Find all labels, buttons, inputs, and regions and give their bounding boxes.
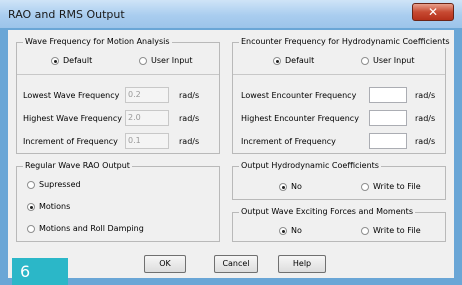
encounter-frequency-group: Encounter Frequency for Hydrodynamic Coe… (232, 36, 452, 154)
force-write-file-label[interactable]: Write to File (373, 225, 421, 237)
wave-user-input-label[interactable]: User Input (151, 55, 193, 67)
highest-encounter-frequency-field[interactable] (369, 110, 407, 126)
highest-wave-frequency-label: Highest Wave Frequency (23, 114, 122, 123)
encounter-user-input-radio[interactable] (361, 57, 369, 65)
wave-user-input-radio[interactable] (139, 57, 147, 65)
supressed-label[interactable]: Supressed (39, 179, 81, 191)
wave-default-radio[interactable] (51, 57, 59, 65)
force-write-file-radio[interactable] (361, 227, 369, 235)
wave-frequency-group: Wave Frequency for Motion Analysis Defau… (16, 36, 220, 154)
lowest-wave-frequency-unit: rad/s (179, 91, 200, 100)
hydro-output-legend: Output Hydrodynamic Coefficients (239, 160, 381, 172)
highest-encounter-frequency-label: Highest Encounter Frequency (241, 114, 359, 123)
title-bar[interactable]: RAO and RMS Output ✕ (0, 0, 462, 28)
force-output-legend: Output Wave Exciting Forces and Moments (239, 206, 415, 218)
encounter-increment-unit: rad/s (415, 137, 436, 146)
close-button[interactable]: ✕ (412, 3, 454, 21)
supressed-radio[interactable] (27, 181, 35, 189)
hydro-write-file-label[interactable]: Write to File (373, 181, 421, 193)
highest-encounter-frequency-unit: rad/s (415, 114, 436, 123)
wave-increment-field[interactable]: 0.1 (125, 133, 169, 149)
motions-label[interactable]: Motions (39, 201, 70, 213)
lowest-encounter-frequency-unit: rad/s (415, 91, 436, 100)
motions-roll-damping-radio[interactable] (27, 225, 35, 233)
encounter-user-input-label[interactable]: User Input (373, 55, 415, 67)
wave-frequency-legend: Wave Frequency for Motion Analysis (23, 36, 172, 48)
dialog-body: Wave Frequency for Motion Analysis Defau… (8, 30, 454, 278)
wave-increment-label: Increment of Frequency (23, 137, 118, 146)
dialog-window: RAO and RMS Output ✕ Wave Frequency for … (0, 0, 462, 285)
wave-default-label[interactable]: Default (63, 55, 92, 67)
window-title: RAO and RMS Output (8, 8, 125, 21)
ok-button[interactable]: OK (144, 255, 186, 273)
hydro-no-label[interactable]: No (291, 181, 302, 193)
hydro-write-file-radio[interactable] (361, 183, 369, 191)
encounter-frequency-legend: Encounter Frequency for Hydrodynamic Coe… (239, 36, 452, 48)
lowest-wave-frequency-field[interactable]: 0.2 (125, 87, 169, 103)
wave-increment-unit: rad/s (179, 137, 200, 146)
motions-roll-damping-label[interactable]: Motions and Roll Damping (39, 223, 144, 235)
encounter-default-radio[interactable] (273, 57, 281, 65)
lowest-wave-frequency-label: Lowest Wave Frequency (23, 91, 120, 100)
rao-output-legend: Regular Wave RAO Output (23, 160, 132, 172)
encounter-increment-label: Increment of Frequency (241, 137, 336, 146)
step-number-badge: 6 (12, 258, 68, 285)
motions-radio[interactable] (27, 203, 35, 211)
encounter-increment-field[interactable] (369, 133, 407, 149)
divider (233, 74, 445, 75)
help-button[interactable]: Help (278, 255, 326, 273)
highest-wave-frequency-field[interactable]: 2.0 (125, 110, 169, 126)
encounter-default-label[interactable]: Default (285, 55, 314, 67)
lowest-encounter-frequency-label: Lowest Encounter Frequency (241, 91, 357, 100)
force-no-radio[interactable] (279, 227, 287, 235)
close-icon: ✕ (427, 5, 439, 19)
force-output-group: Output Wave Exciting Forces and Moments … (232, 206, 446, 242)
hydro-no-radio[interactable] (279, 183, 287, 191)
force-no-label[interactable]: No (291, 225, 302, 237)
highest-wave-frequency-unit: rad/s (179, 114, 200, 123)
lowest-encounter-frequency-field[interactable] (369, 87, 407, 103)
rao-output-group: Regular Wave RAO Output Supressed Motion… (16, 160, 220, 242)
hydro-output-group: Output Hydrodynamic Coefficients No Writ… (232, 160, 446, 200)
divider (17, 74, 219, 75)
cancel-button[interactable]: Cancel (214, 255, 258, 273)
